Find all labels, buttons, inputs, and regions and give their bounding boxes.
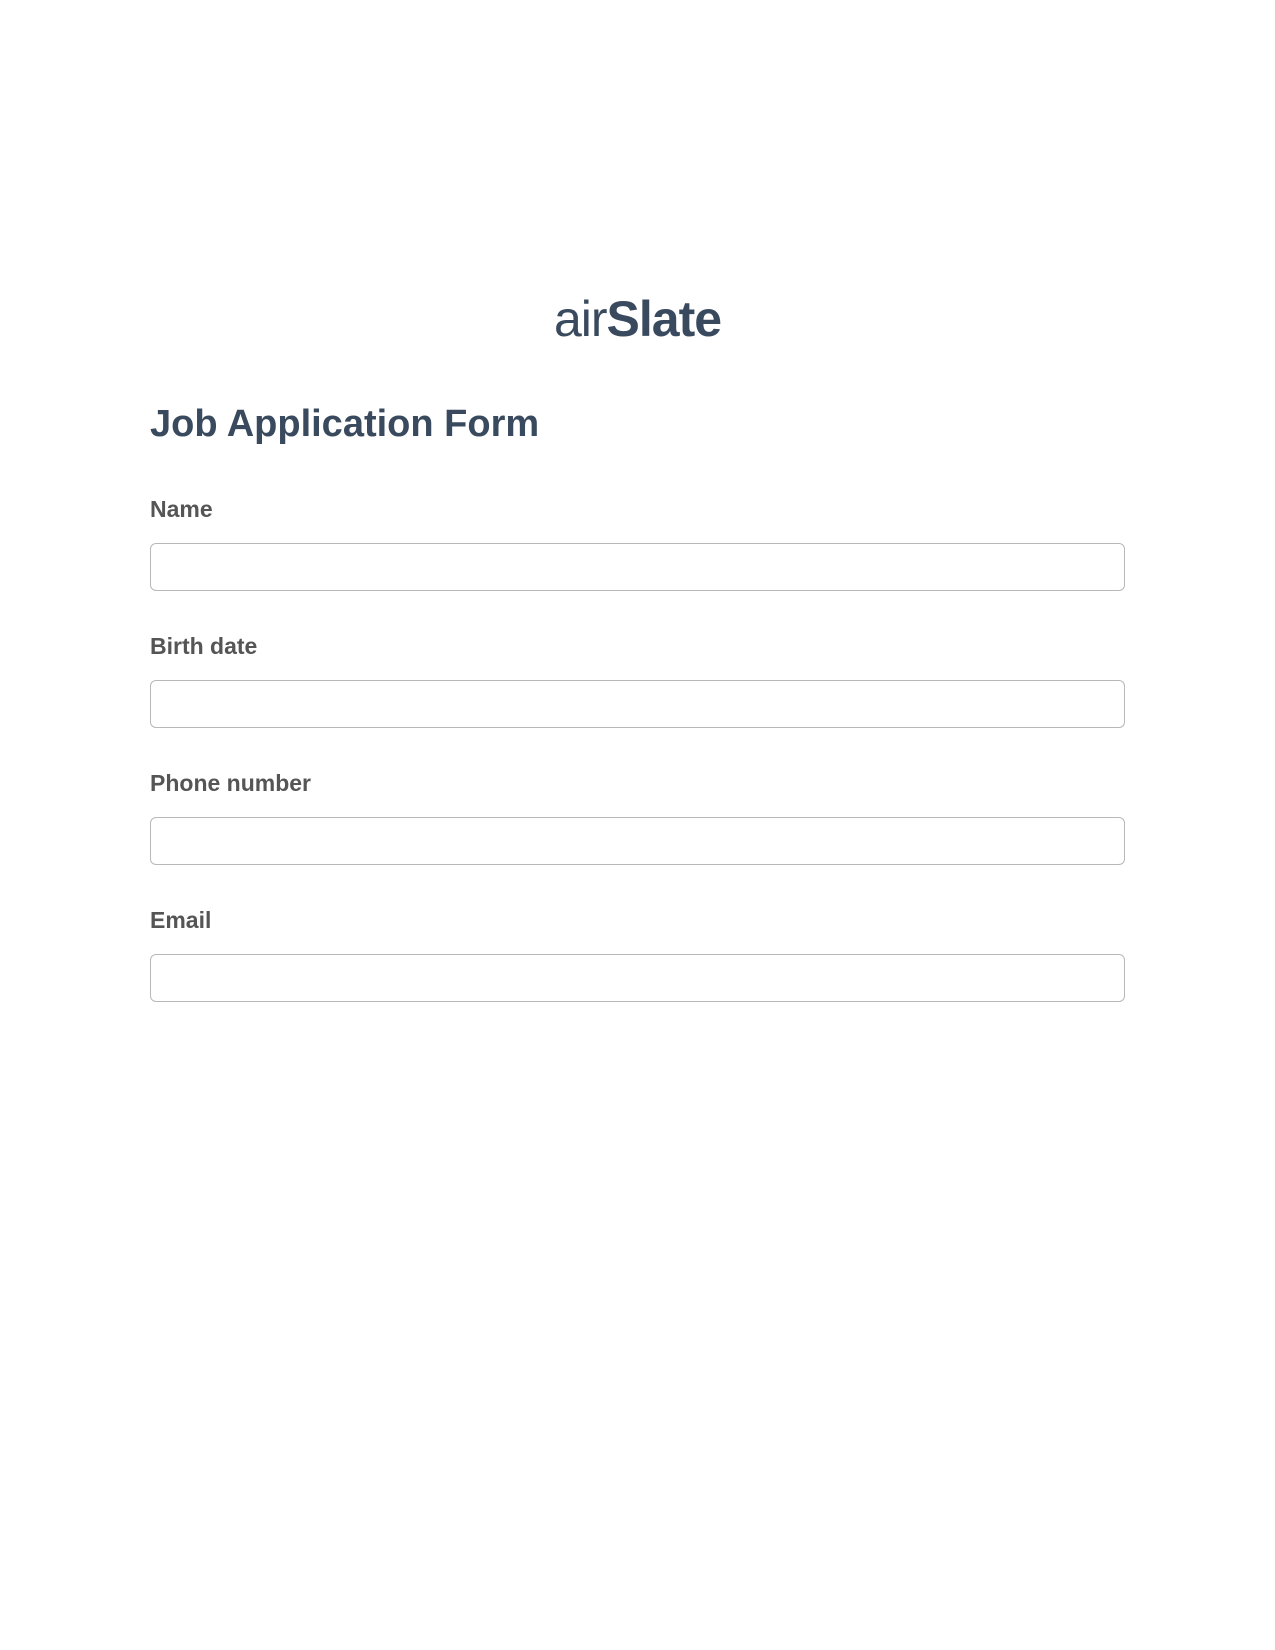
name-input[interactable] (150, 543, 1125, 591)
phone-number-input[interactable] (150, 817, 1125, 865)
name-label: Name (150, 496, 1125, 523)
birth-date-label: Birth date (150, 633, 1125, 660)
logo-container: airSlate (0, 290, 1275, 348)
form-field-email: Email (150, 907, 1125, 1002)
form-title: Job Application Form (150, 403, 1125, 446)
logo-suffix: Slate (607, 291, 722, 347)
phone-number-label: Phone number (150, 770, 1125, 797)
form-field-phone-number: Phone number (150, 770, 1125, 865)
form-field-name: Name (150, 496, 1125, 591)
email-input[interactable] (150, 954, 1125, 1002)
form-field-birth-date: Birth date (150, 633, 1125, 728)
email-label: Email (150, 907, 1125, 934)
page-container: airSlate Job Application Form Name Birth… (0, 0, 1275, 1002)
birth-date-input[interactable] (150, 680, 1125, 728)
airslate-logo: airSlate (554, 290, 721, 348)
logo-prefix: air (554, 291, 607, 347)
form-container: Job Application Form Name Birth date Pho… (0, 403, 1275, 1002)
